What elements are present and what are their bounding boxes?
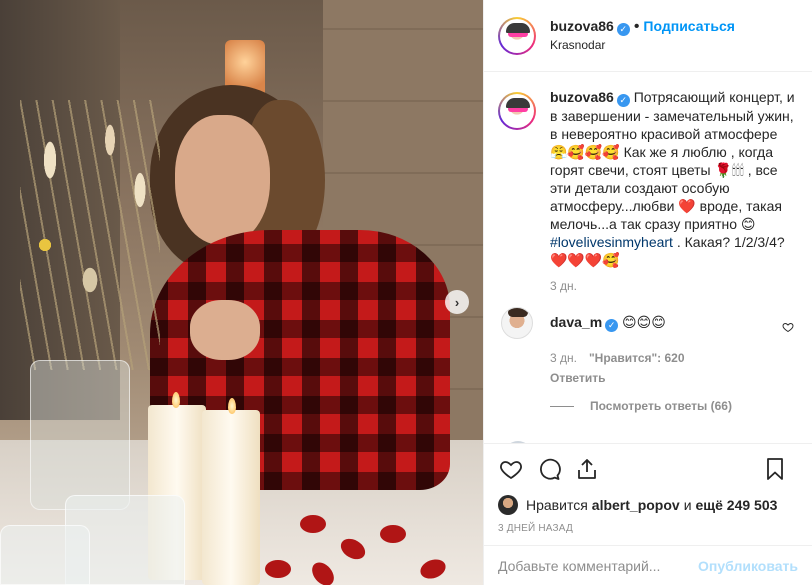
likes-summary: Нравится albert_popov и ещё 249 503 — [484, 493, 812, 517]
follow-button[interactable]: Подписаться — [643, 18, 735, 34]
likes-prefix: Нравится — [526, 497, 588, 513]
face — [175, 115, 270, 245]
hand — [190, 300, 260, 360]
reply-button[interactable]: Ответить — [550, 371, 798, 385]
view-replies-button[interactable]: Посмотреть ответы (66) — [550, 399, 798, 413]
heart-icon — [500, 460, 522, 479]
chevron-right-icon: › — [454, 294, 460, 310]
rose-petal — [380, 525, 406, 543]
comment-icon — [540, 458, 561, 480]
comment-item: dava_m ✓ 😊😊😊 — [498, 307, 798, 339]
comment-avatar[interactable] — [501, 307, 533, 339]
like-button[interactable] — [498, 456, 524, 482]
share-button[interactable] — [574, 456, 600, 482]
action-bar — [484, 443, 812, 493]
post-header: buzova86 ✓ • Подписаться Krasnodar — [484, 0, 812, 72]
publish-button[interactable]: Опубликовать — [698, 558, 798, 574]
liker-username[interactable]: albert_popov — [592, 497, 680, 513]
comment-like-heart-icon[interactable] — [782, 321, 794, 333]
location-link[interactable]: Krasnodar — [550, 36, 735, 54]
comment-time: 3 дн. — [550, 351, 577, 365]
verified-badge-icon: ✓ — [616, 94, 630, 107]
rose-petal — [300, 515, 326, 533]
add-comment-bar: Опубликовать — [484, 545, 812, 585]
liker-avatar[interactable] — [498, 495, 518, 515]
caption-text: Потрясающий концерт, и в завершении - за… — [550, 89, 795, 232]
view-replies-label: Посмотреть ответы (66) — [590, 399, 732, 413]
comment-username[interactable]: dava_m — [550, 314, 602, 330]
verified-badge-icon: ✓ — [605, 319, 619, 332]
hashtag-link[interactable]: #lovelivesinmyheart — [550, 234, 673, 250]
avatar[interactable] — [498, 16, 536, 55]
caption: buzova86 ✓ Потрясающий концерт, и в завер… — [498, 88, 798, 269]
bookmark-icon — [767, 458, 783, 480]
post-viewer: › buzova86 ✓ • Подписаться Krasnodar buzova — [0, 0, 812, 585]
comments-section: buzova86 ✓ Потрясающий концерт, и в завер… — [484, 72, 812, 443]
comment-button[interactable] — [536, 456, 562, 482]
comment-input[interactable] — [498, 557, 699, 574]
candle-flame — [172, 392, 180, 408]
replies-divider — [550, 405, 574, 407]
post-timestamp: 3 ДНЕЙ НАЗАД — [498, 523, 573, 534]
comment-text: 😊😊😊 — [622, 314, 666, 330]
candle-flame — [228, 398, 236, 414]
header-username[interactable]: buzova86 — [550, 18, 614, 34]
glass-vase — [30, 360, 130, 510]
post-side-panel: buzova86 ✓ • Подписаться Krasnodar buzova86… — [483, 0, 812, 585]
comment-meta: 3 дн. "Нравится": 620 — [550, 351, 798, 365]
caption-avatar[interactable] — [498, 92, 536, 130]
caption-time: 3 дн. — [550, 279, 577, 293]
likes-conj: и — [683, 497, 692, 513]
comment-likes[interactable]: "Нравится": 620 — [589, 351, 685, 365]
separator-dot: • — [633, 18, 640, 35]
next-photo-button[interactable]: › — [445, 290, 469, 314]
share-icon — [578, 458, 596, 479]
post-photo[interactable]: › — [0, 0, 483, 585]
candle — [202, 410, 260, 585]
save-button[interactable] — [762, 456, 788, 482]
dried-flowers — [20, 100, 160, 370]
likes-count[interactable]: ещё 249 503 — [696, 497, 778, 513]
verified-badge-icon: ✓ — [616, 23, 630, 36]
glass — [0, 525, 90, 585]
caption-username[interactable]: buzova86 — [550, 89, 614, 105]
rose-petal — [265, 560, 291, 578]
